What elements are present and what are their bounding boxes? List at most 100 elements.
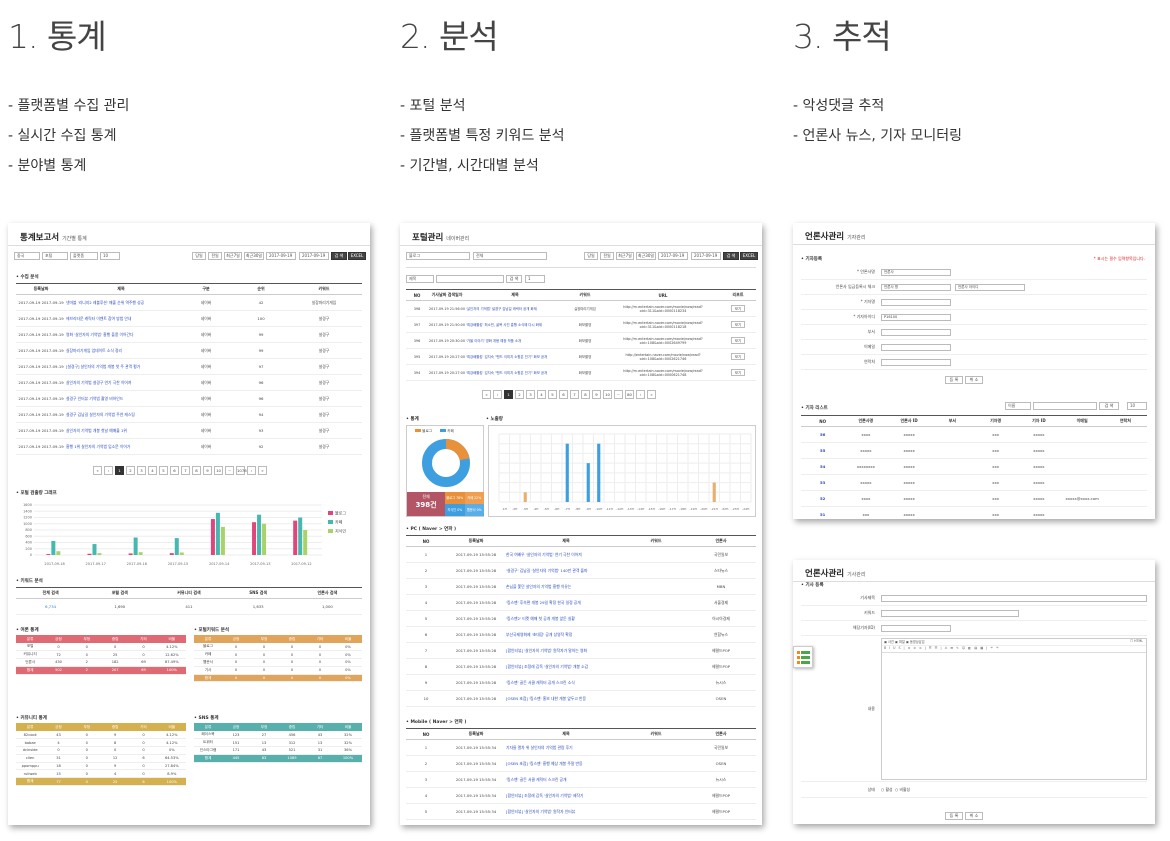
table-row[interactable]: 8 2017-09-19 15:55:28 [팝인터뷰] 조정래 감독 '살인자의 … bbox=[406, 658, 756, 675]
field-input[interactable]: P16100 bbox=[881, 313, 951, 321]
list-count-select[interactable]: 10 bbox=[1127, 402, 1147, 410]
page-button[interactable]: 1076 bbox=[236, 466, 247, 475]
filter-select[interactable]: 전체 bbox=[473, 252, 547, 260]
page-button[interactable]: ‹ bbox=[104, 466, 113, 475]
page-button[interactable]: ··· bbox=[225, 466, 234, 475]
view-button[interactable]: 보기 bbox=[730, 321, 746, 328]
page-button[interactable]: 10 bbox=[214, 466, 223, 475]
table-cell[interactable]: 부산국제영화제 '초대장' 공개 상영작 확정 bbox=[506, 626, 626, 643]
page-button[interactable]: 8 bbox=[581, 390, 590, 399]
table-cell[interactable]: 기자들 열차 위 살인자의 기억법 관람 후기 bbox=[506, 739, 626, 756]
page-button[interactable]: ‹ bbox=[493, 390, 502, 399]
page-button[interactable]: 7 bbox=[570, 390, 579, 399]
view-button[interactable]: 보기 bbox=[730, 305, 746, 312]
page-button[interactable]: 7 bbox=[181, 466, 190, 475]
table-row[interactable]: 398 2017-09-19 21:56:00 '살인자의 기억법' 설경구 김남길… bbox=[406, 300, 756, 317]
table-row[interactable]: 9 2017-09-19 15:55:28 '킹스맨' 골든 서클 캐릭터 공개 스… bbox=[406, 674, 756, 691]
field-input[interactable] bbox=[881, 328, 951, 336]
table-cell[interactable]: 영화 '살인자의 기억법' 흥행 돌풍 이어간다 bbox=[66, 326, 176, 343]
table-row[interactable]: 53 xxxxx xxxxx xxx xxxxx bbox=[801, 474, 1147, 491]
page-button[interactable]: › bbox=[636, 390, 645, 399]
filter-select[interactable]: 포털 bbox=[42, 252, 68, 260]
page-button[interactable]: 80 bbox=[625, 390, 634, 399]
table-cell[interactable]: '최강배틀킹' 최소민, 굴욕 사진 흥행 소식에 다시 화제 bbox=[466, 316, 564, 333]
keyword-input[interactable] bbox=[881, 609, 1019, 617]
page-button[interactable]: « bbox=[482, 390, 491, 399]
view-button[interactable]: 보기 bbox=[730, 353, 746, 360]
page-button[interactable]: 1 bbox=[504, 390, 513, 399]
page-button[interactable]: 4 bbox=[148, 466, 157, 475]
range-button[interactable]: 최근30일 bbox=[244, 252, 264, 260]
press-select[interactable]: 언론사 bbox=[881, 268, 951, 276]
table-row[interactable]: 397 2017-09-19 21:50:00 '최강배틀킹' 최소민, 굴욕 사진… bbox=[406, 316, 756, 333]
press-id-input[interactable]: 언론사 아이디 bbox=[955, 283, 1025, 291]
filter-select[interactable]: 중국 bbox=[14, 252, 40, 260]
view-button-cell[interactable]: 보기 bbox=[720, 364, 756, 381]
table-cell[interactable]: [팝인터뷰] '살인자의 기억법' 원작자가 말하는 영화 bbox=[506, 642, 626, 659]
article-title-input[interactable] bbox=[881, 594, 1147, 602]
cancel-button[interactable]: 취 소 bbox=[965, 376, 983, 384]
date-to-input[interactable]: 2017-09-19 bbox=[299, 252, 329, 260]
table-row[interactable]: 4 2017-09-19 15:55:28 '킹스맨' 후속편 개봉 29일 확정 … bbox=[406, 594, 756, 611]
table-row[interactable]: 6 2017-09-19 15:55:28 부산국제영화제 '초대장' 공개 상영작… bbox=[406, 626, 756, 643]
range-button[interactable]: 최근7일 bbox=[616, 252, 634, 260]
page-button[interactable]: » bbox=[258, 466, 267, 475]
page-button[interactable]: 5 bbox=[548, 390, 557, 399]
table-row[interactable]: 2017-09-19 2017-09-19 실장마리기게임 업데이트 소식 정리 네… bbox=[16, 342, 362, 359]
table-cell[interactable]: [팝인터뷰] 조정래 감독 '살인자의 기억법' 제작기 bbox=[506, 787, 626, 804]
search-button[interactable]: 검 색 bbox=[331, 252, 347, 260]
date-to-input[interactable]: 2017-09-19 bbox=[691, 252, 721, 260]
page-button[interactable]: 2 bbox=[126, 466, 135, 475]
range-button[interactable]: 최근7일 bbox=[224, 252, 242, 260]
table-cell[interactable]: 손님을 쫓던 살인자의 기억법 흥행 이유는 bbox=[506, 578, 626, 595]
page-button[interactable]: 8 bbox=[192, 466, 201, 475]
table-row[interactable]: 2 2017-09-19 15:55:28 '설경구' 김남길 '살인자의 기억법'… bbox=[406, 562, 756, 579]
view-button[interactable]: 보기 bbox=[730, 369, 746, 376]
date-from-input[interactable]: 2017-09-19 bbox=[658, 252, 688, 260]
view-button-cell[interactable]: 보기 bbox=[720, 300, 756, 317]
table-row[interactable]: 54 xxxxxxxx xxxxx xxx xxxxx bbox=[801, 458, 1147, 475]
excel-button[interactable]: EXCEL bbox=[348, 252, 366, 260]
list-menu-icon[interactable] bbox=[793, 646, 813, 668]
table-cell[interactable]: '킹스맨' 골든 서클 캐릭터 스크린 공개 bbox=[506, 771, 626, 788]
table-row[interactable]: 7 2017-09-19 15:55:28 [팝인터뷰] '살인자의 기억법' 원작… bbox=[406, 642, 756, 659]
table-cell[interactable]: xxxx bbox=[844, 490, 888, 507]
table-cell[interactable]: '살인자의 기억법' 설경구 김남길 캐릭터 공개 화제 bbox=[466, 300, 564, 317]
table-row[interactable]: 2017-09-19 2017-09-19 살인자의 기억법 설경구 연기 극찬 … bbox=[16, 374, 362, 391]
table-cell[interactable]: [설경구] 살인자의 기억법 개봉 첫 주 관객 평가 bbox=[66, 358, 176, 375]
table-row[interactable]: 52 xxxx xxxxx xxx xxxxx xxxxx@xxxx.com bbox=[801, 490, 1147, 507]
table-cell[interactable]: '킹스맨' 골든 서클 캐릭터 공개 스크린 소식 bbox=[506, 674, 626, 691]
page-button[interactable]: » bbox=[647, 390, 656, 399]
table-row[interactable]: 396 2017-09-19 20:30:00 '가을 이야기' 영화 개봉 예정 … bbox=[406, 332, 756, 349]
table-row[interactable]: 2017-09-19 2017-09-19 [설경구] 살인자의 기억법 개봉 첫… bbox=[16, 358, 362, 375]
table-cell[interactable]: 설경구 인터뷰 기억법 촬영 비하인드 bbox=[66, 390, 176, 407]
list-search-input[interactable] bbox=[1033, 402, 1097, 410]
table-row[interactable]: 3 2017-09-19 15:55:34 '킹스맨' 골든 서클 캐릭터 스크린 … bbox=[406, 771, 756, 788]
table-cell[interactable]: xxxxxxxx bbox=[844, 458, 888, 475]
table-cell[interactable]: 살인자의 기억법 설경구 연기 극찬 이어져 bbox=[66, 374, 176, 391]
page-button[interactable]: 9 bbox=[203, 466, 212, 475]
table-cell[interactable]: '가을 이야기' 영화 개봉 예정 작품 소개 bbox=[466, 332, 564, 349]
table-row[interactable]: 394 2017-09-19 20:27:00 '최강배틀킹' 김지숙 "밴드 이미… bbox=[406, 364, 756, 381]
register-button[interactable]: 등 록 bbox=[945, 376, 963, 384]
table-cell[interactable]: 설경구 김남길 살인자의 기억법 주연 캐스팅 bbox=[66, 406, 176, 423]
table-row[interactable]: 1 2017-09-19 15:55:28 한국 여배우 '살인자의 기억법' 연기… bbox=[406, 546, 756, 563]
table-cell[interactable]: [팝인터뷰] '살인자의 기억법' 원작자 인터뷰 bbox=[506, 803, 626, 820]
table-row[interactable]: 2017-09-19 2017-09-19 설경구 김남길 살인자의 기억법 주연… bbox=[16, 406, 362, 423]
reporter-id-input[interactable] bbox=[881, 624, 951, 632]
keyword-search-button[interactable]: 검 색 bbox=[506, 275, 522, 283]
page-button[interactable]: 6 bbox=[170, 466, 179, 475]
cancel-button[interactable]: 취 소 bbox=[965, 812, 983, 820]
range-button[interactable]: 전일 bbox=[208, 252, 222, 260]
table-cell[interactable]: '킹스맨2' 티켓 예매 첫 공개 개봉 앞둔 실황 bbox=[506, 610, 626, 627]
excel-button[interactable]: EXCEL bbox=[740, 252, 758, 260]
table-cell[interactable]: xxx bbox=[844, 506, 888, 519]
field-input[interactable] bbox=[881, 358, 951, 366]
table-row[interactable]: 2017-09-19 2017-09-19 살인자의 기억법 개봉 첫날 예매율 … bbox=[16, 422, 362, 439]
table-row[interactable]: 51 xxx xxxxx xxx xxxxx bbox=[801, 506, 1147, 519]
table-row[interactable]: 2017-09-19 2017-09-19 영화 '살인자의 기억법' 흥행 돌풍… bbox=[16, 326, 362, 343]
page-button[interactable]: 3 bbox=[526, 390, 535, 399]
range-button[interactable]: 당일 bbox=[192, 252, 206, 260]
page-button[interactable]: « bbox=[93, 466, 102, 475]
page-button[interactable]: 4 bbox=[537, 390, 546, 399]
